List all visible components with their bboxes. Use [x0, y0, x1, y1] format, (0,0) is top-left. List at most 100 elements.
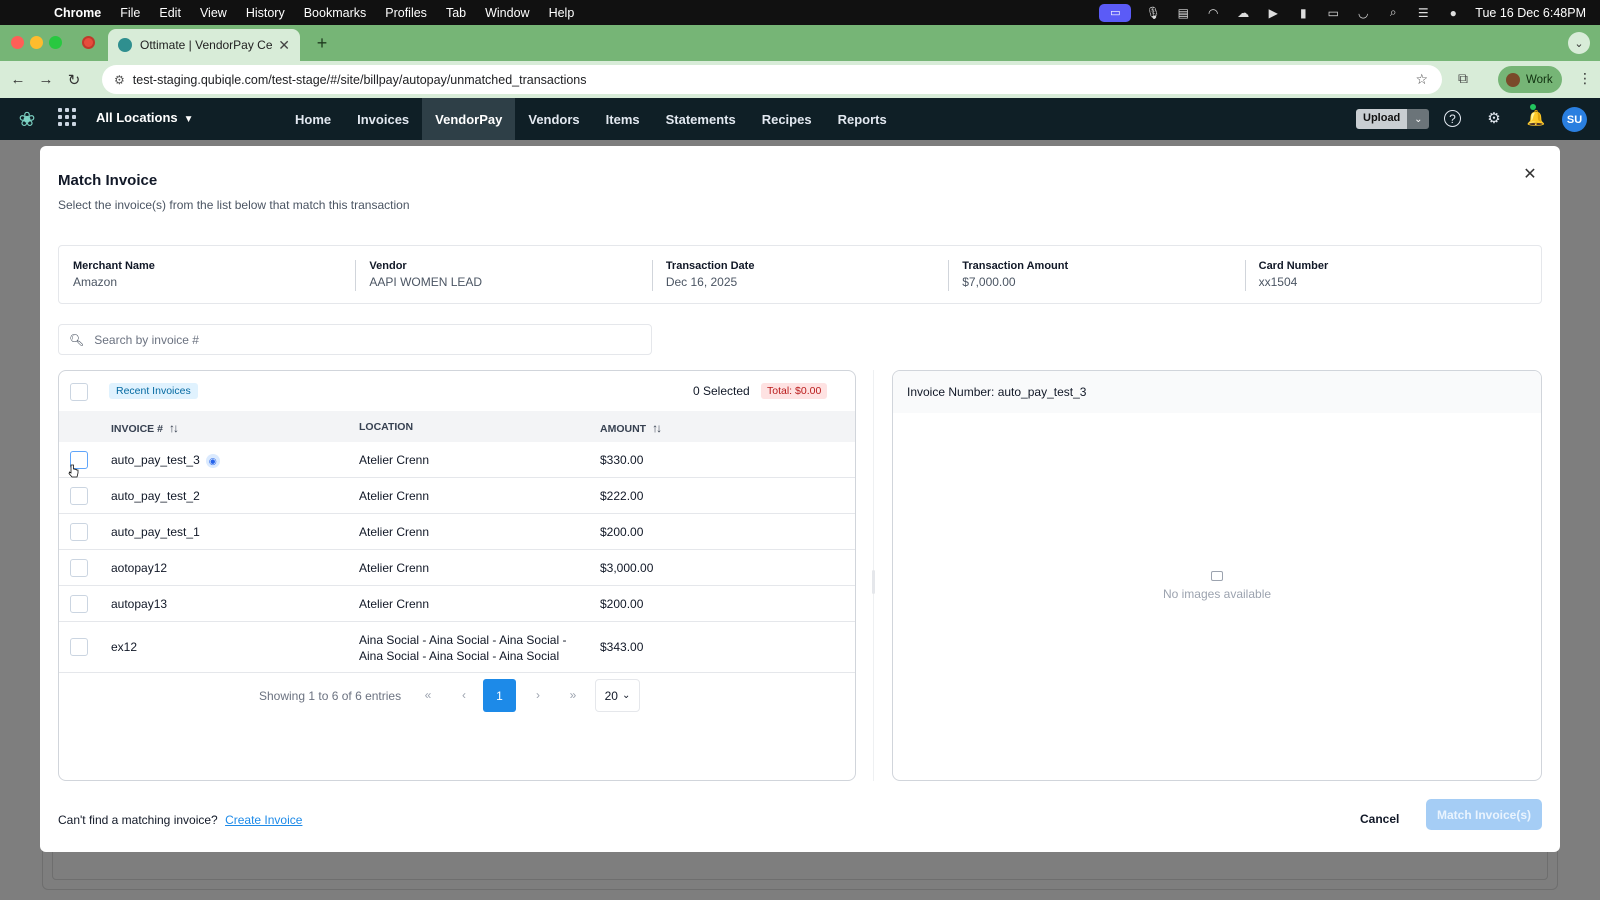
reload-icon[interactable]: ↻ — [64, 70, 84, 90]
menu-bookmarks[interactable]: Bookmarks — [304, 6, 367, 20]
next-page-icon[interactable]: › — [531, 688, 545, 702]
nav-statements[interactable]: Statements — [653, 98, 749, 140]
device-icon[interactable]: ▮ — [1295, 6, 1311, 20]
clipboard-icon[interactable]: ▤ — [1175, 6, 1191, 20]
battery-icon[interactable]: ▭ — [1325, 6, 1341, 20]
table-row[interactable]: auto_pay_test_2 Atelier Crenn $222.00 — [59, 478, 855, 514]
window-zoom-button[interactable] — [49, 36, 62, 49]
spotlight-search-icon[interactable]: ⌕ — [1385, 5, 1401, 20]
total-badge: Total: $0.00 — [761, 383, 828, 399]
match-invoices-button[interactable]: Match Invoice(s) — [1426, 799, 1542, 830]
column-invoice-header[interactable]: INVOICE # ↑↓ — [111, 421, 179, 435]
play-icon[interactable]: ▶ — [1265, 6, 1281, 20]
info-transaction-date: Transaction Date Dec 16, 2025 — [651, 246, 948, 303]
table-row[interactable]: auto_pay_test_1 Atelier Crenn $200.00 — [59, 514, 855, 550]
table-row[interactable]: auto_pay_test_3 ◉ Atelier Crenn $330.00 — [59, 442, 855, 478]
row-amount: $222.00 — [600, 489, 644, 503]
nav-vendors[interactable]: Vendors — [515, 98, 592, 140]
nav-vendorpay[interactable]: VendorPay — [422, 98, 516, 140]
preview-eye-icon[interactable]: ◉ — [205, 453, 220, 468]
address-bar[interactable]: ⚙ test-staging.qubiqle.com/test-stage/#/… — [102, 65, 1442, 94]
panel-resize-handle[interactable] — [872, 570, 875, 594]
row-checkbox[interactable] — [70, 638, 88, 656]
screen-share-icon[interactable]: ▭ — [1099, 3, 1132, 22]
invoice-search-box[interactable]: 🔍︎ — [58, 324, 652, 355]
nav-items[interactable]: Items — [593, 98, 653, 140]
nav-reports[interactable]: Reports — [825, 98, 900, 140]
row-checkbox[interactable] — [70, 559, 88, 577]
forward-icon[interactable]: → — [36, 70, 56, 90]
app-launcher-icon[interactable] — [58, 108, 76, 126]
row-amount: $343.00 — [600, 640, 644, 654]
menu-history[interactable]: History — [246, 6, 285, 20]
table-row[interactable]: autopay13 Atelier Crenn $200.00 — [59, 586, 855, 622]
microphone-icon[interactable]: 🎙 — [1145, 6, 1161, 20]
site-info-icon[interactable]: ⚙ — [114, 73, 125, 87]
new-tab-button[interactable]: + — [312, 33, 332, 53]
wifi-icon[interactable]: ◡ — [1355, 6, 1371, 20]
sort-icon[interactable]: ↑↓ — [652, 421, 662, 435]
modal-close-icon[interactable]: ✕ — [1522, 166, 1538, 183]
row-checkbox[interactable] — [70, 523, 88, 541]
menu-file[interactable]: File — [120, 6, 140, 20]
menu-help[interactable]: Help — [549, 6, 575, 20]
app-logo-icon[interactable]: ❀ — [14, 107, 40, 131]
tab-search-icon[interactable]: ⌄ — [1568, 32, 1590, 54]
prev-page-icon[interactable]: ‹ — [457, 688, 471, 702]
menu-profiles[interactable]: Profiles — [385, 6, 427, 20]
recording-icon[interactable] — [82, 36, 95, 49]
cancel-button[interactable]: Cancel — [1360, 812, 1399, 826]
create-invoice-link[interactable]: Create Invoice — [225, 813, 302, 827]
extensions-icon[interactable]: ⧉ — [1458, 70, 1468, 87]
table-row[interactable]: ex12 Aina Social - Aina Social - Aina So… — [59, 622, 855, 673]
nav-invoices[interactable]: Invoices — [344, 98, 422, 140]
column-amount-header[interactable]: AMOUNT ↑↓ — [600, 421, 662, 435]
site-favicon-icon — [118, 38, 132, 52]
upload-button[interactable]: Upload ⌄ — [1356, 109, 1430, 129]
row-checkbox[interactable] — [70, 595, 88, 613]
menu-app-name[interactable]: Chrome — [54, 6, 101, 20]
menu-edit[interactable]: Edit — [159, 6, 181, 20]
last-page-icon[interactable]: » — [566, 688, 580, 702]
menu-view[interactable]: View — [200, 6, 227, 20]
row-invoice-number: auto_pay_test_2 — [111, 489, 200, 503]
headphones-icon[interactable]: ◠ — [1205, 6, 1221, 20]
nav-recipes[interactable]: Recipes — [749, 98, 825, 140]
sort-icon[interactable]: ↑↓ — [169, 421, 179, 435]
control-center-icon[interactable]: ☰ — [1415, 6, 1431, 20]
upload-chevron-icon[interactable]: ⌄ — [1407, 109, 1430, 129]
notifications-bell-icon[interactable]: 🔔 — [1526, 108, 1546, 128]
window-close-button[interactable] — [11, 36, 24, 49]
recent-invoices-badge: Recent Invoices — [109, 383, 198, 399]
bookmark-star-icon[interactable]: ☆ — [1415, 71, 1428, 88]
pagination: Showing 1 to 6 of 6 entries « ‹ 1 › » 20… — [59, 679, 855, 713]
page-button-current[interactable]: 1 — [483, 679, 516, 712]
back-icon[interactable]: ← — [8, 70, 28, 90]
chrome-menu-icon[interactable]: ⋮ — [1578, 70, 1592, 87]
cloud-icon[interactable]: ☁ — [1235, 6, 1251, 20]
menu-tab[interactable]: Tab — [446, 6, 466, 20]
window-minimize-button[interactable] — [30, 36, 43, 49]
siri-icon[interactable]: ● — [1445, 6, 1461, 20]
menubar-clock[interactable]: Tue 16 Dec 6:48PM — [1475, 6, 1586, 20]
table-row[interactable]: aotopay12 Atelier Crenn $3,000.00 — [59, 550, 855, 586]
page-size-select[interactable]: 20 ⌄ — [595, 679, 640, 712]
invoice-preview-panel: Invoice Number: auto_pay_test_3 No image… — [892, 370, 1542, 781]
settings-gear-icon[interactable]: ⚙ — [1484, 108, 1504, 128]
address-url[interactable]: test-staging.qubiqle.com/test-stage/#/si… — [133, 73, 1416, 87]
user-avatar[interactable]: SU — [1562, 107, 1587, 132]
row-checkbox[interactable] — [70, 487, 88, 505]
location-selector[interactable]: All Locations ▼ — [96, 110, 194, 125]
invoice-search-input[interactable] — [94, 332, 651, 347]
menu-window[interactable]: Window — [485, 6, 529, 20]
info-merchant: Merchant Name Amazon — [59, 246, 355, 303]
first-page-icon[interactable]: « — [421, 688, 435, 702]
nav-home[interactable]: Home — [282, 98, 344, 140]
main-nav: Home Invoices VendorPay Vendors Items St… — [282, 98, 900, 140]
help-icon[interactable]: ? — [1444, 110, 1461, 127]
profile-label: Work — [1526, 73, 1553, 86]
select-all-checkbox[interactable] — [70, 383, 88, 401]
tab-close-icon[interactable]: ✕ — [278, 37, 290, 54]
profile-button[interactable]: Work — [1498, 66, 1562, 93]
browser-tab-active[interactable]: Ottimate | VendorPay Center ✕ — [108, 29, 300, 61]
